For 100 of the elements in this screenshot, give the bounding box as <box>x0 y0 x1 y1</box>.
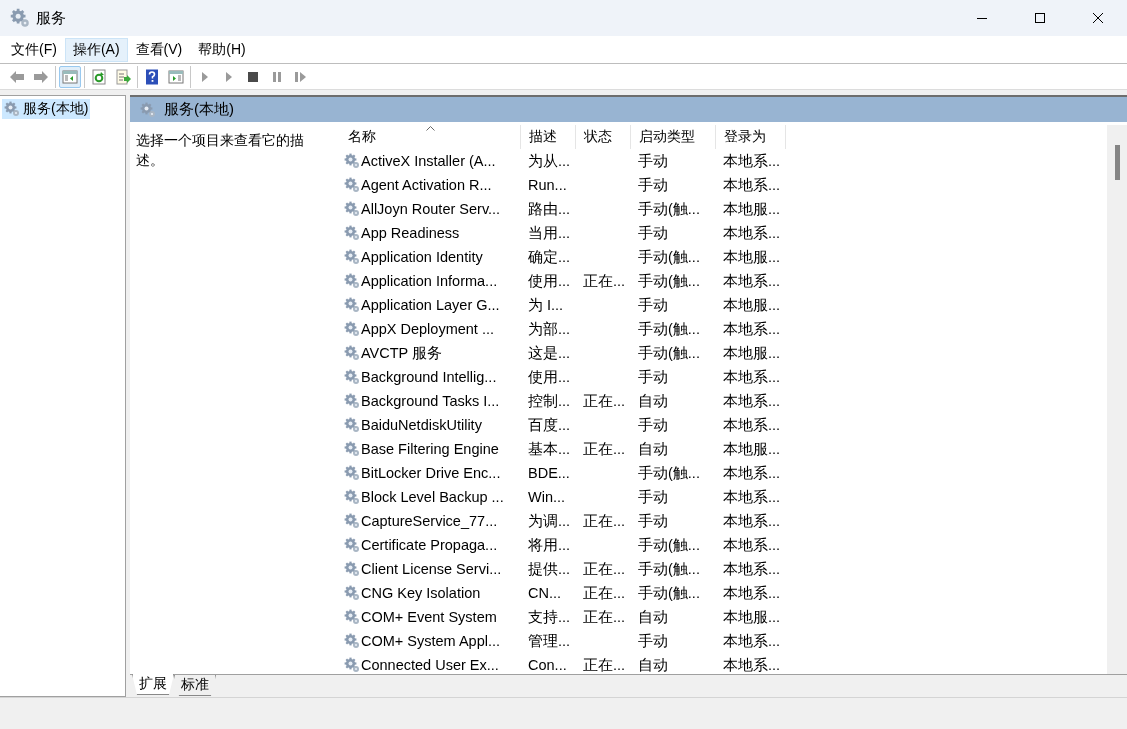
service-name-cell[interactable]: COM+ Event System <box>340 609 521 625</box>
table-cell-text: 本地服... <box>722 295 782 315</box>
forward-arrow-icon <box>33 68 49 85</box>
table-cell-text: Win... <box>527 489 567 505</box>
column-header[interactable]: 登录为 <box>716 125 786 149</box>
service-name-cell[interactable]: ActiveX Installer (A... <box>340 153 521 169</box>
table-cell-text: Con... <box>527 657 568 673</box>
help-icon <box>144 68 160 85</box>
service-name-cell[interactable]: CNG Key Isolation <box>340 585 521 601</box>
table-cell-text: 本地系... <box>722 415 782 435</box>
table-cell-text: 当用... <box>527 223 572 243</box>
gear-icon <box>344 393 360 409</box>
view-tab[interactable]: 标准 <box>174 675 216 696</box>
table-cell-text: BDE... <box>527 465 571 481</box>
service-name-cell[interactable]: Application Identity <box>340 249 521 265</box>
service-name-cell[interactable]: Background Intellig... <box>340 369 521 385</box>
gear-icon <box>344 585 360 601</box>
table-cell-text: 为从... <box>527 151 572 171</box>
service-name-cell[interactable]: Application Informa... <box>340 273 521 289</box>
table-cell-text: 本地系... <box>722 559 782 579</box>
menu-item[interactable]: 查看(V) <box>127 37 191 62</box>
menu-item[interactable]: 文件(F) <box>3 37 65 62</box>
export-list-icon <box>115 68 131 85</box>
table-cell-text: 为 I... <box>527 295 565 315</box>
table-cell-text: 本地系... <box>722 655 782 674</box>
gear-icon <box>344 657 360 673</box>
service-name-cell[interactable]: AppX Deployment ... <box>340 321 521 337</box>
scrollbar-thumb[interactable] <box>1115 145 1120 180</box>
table-cell-text: 手动 <box>637 175 669 195</box>
table-cell-text: 自动 <box>637 655 669 674</box>
column-header[interactable]: 名称 <box>340 125 521 149</box>
panel-title: 服务(本地) <box>164 100 234 119</box>
table-cell-text: 百度... <box>527 415 572 435</box>
gear-icon <box>344 561 360 577</box>
service-name-cell[interactable]: Agent Activation R... <box>340 177 521 193</box>
table-cell-text: 正在... <box>582 583 627 603</box>
table-cell-text: 本地系... <box>722 631 782 651</box>
service-name-cell[interactable]: Background Tasks I... <box>340 393 521 409</box>
service-name-cell[interactable]: Certificate Propaga... <box>340 537 521 553</box>
gear-icon <box>344 465 360 481</box>
table-cell-text: 控制... <box>527 391 572 411</box>
column-header[interactable]: 状态 <box>576 125 631 149</box>
service-name-cell[interactable]: Connected User Ex... <box>340 657 521 673</box>
table-cell-text: 确定... <box>527 247 572 267</box>
table-cell-text: 手动(触... <box>637 463 701 483</box>
column-header[interactable]: 描述 <box>521 125 576 149</box>
service-name-cell[interactable]: CaptureService_77... <box>340 513 521 529</box>
service-name-cell[interactable]: BitLocker Drive Enc... <box>340 465 521 481</box>
service-name-cell[interactable]: Application Layer G... <box>340 297 521 313</box>
table-cell-text: 自动 <box>637 391 669 411</box>
table-cell-text: 手动 <box>637 631 669 651</box>
view-tab[interactable]: 扩展 <box>132 674 174 695</box>
table-cell-text: 手动 <box>637 487 669 507</box>
table-cell-text: 本地系... <box>722 487 782 507</box>
table-cell-text: 基本... <box>527 439 572 459</box>
menu-item[interactable]: 操作(A) <box>64 37 128 62</box>
gear-icon <box>344 297 360 313</box>
table-cell-text: 将用... <box>527 535 572 555</box>
column-header[interactable]: 启动类型 <box>631 125 716 149</box>
table-cell-text: 本地服... <box>722 343 782 363</box>
service-name-cell[interactable]: AllJoyn Router Serv... <box>340 201 521 217</box>
scrollbar-track[interactable] <box>1107 125 1127 674</box>
menu-item[interactable]: 帮助(H) <box>190 37 254 62</box>
table-cell-text: 正在... <box>582 391 627 411</box>
table-cell-text: 为调... <box>527 511 572 531</box>
table-cell-text: 手动 <box>637 151 669 171</box>
window-pane-icon <box>168 68 184 85</box>
services-gear-icon <box>10 8 30 28</box>
service-name-cell[interactable]: Base Filtering Engine <box>340 441 521 457</box>
gear-icon <box>344 177 360 193</box>
table-cell-text: 这是... <box>527 343 572 363</box>
table-cell-text: 本地服... <box>722 199 782 219</box>
gear-icon <box>344 321 360 337</box>
table-cell-text: 手动 <box>637 223 669 243</box>
gear-icon <box>344 201 360 217</box>
table-cell-text: 手动(触... <box>637 535 701 555</box>
table-cell-text: 手动 <box>637 295 669 315</box>
table-cell-text: 手动(触... <box>637 247 701 267</box>
table-cell-text: 手动(触... <box>637 583 701 603</box>
service-name-cell[interactable]: App Readiness <box>340 225 521 241</box>
maximize-icon <box>1034 12 1046 24</box>
service-name-cell[interactable]: COM+ System Appl... <box>340 633 521 649</box>
service-name-cell[interactable]: AVCTP 服务 <box>340 343 521 363</box>
close-icon <box>1092 12 1104 24</box>
gear-icon <box>344 417 360 433</box>
table-cell-text: 使用... <box>527 367 572 387</box>
gear-icon <box>344 609 360 625</box>
table-cell-text: 正在... <box>582 559 627 579</box>
table-cell-text: 为部... <box>527 319 572 339</box>
service-name-cell[interactable]: BaiduNetdiskUtility <box>340 417 521 433</box>
gear-icon <box>344 345 360 361</box>
table-cell-text: 管理... <box>527 631 572 651</box>
table-cell-text: 正在... <box>582 511 627 531</box>
table-cell-text: 手动 <box>637 367 669 387</box>
service-name-cell[interactable]: Client License Servi... <box>340 561 521 577</box>
service-name-cell[interactable]: Block Level Backup ... <box>340 489 521 505</box>
gear-icon <box>140 101 156 118</box>
tree-item[interactable]: 服务(本地) <box>2 99 91 119</box>
table-cell-text: 自动 <box>637 439 669 459</box>
table-cell-text: 使用... <box>527 271 572 291</box>
